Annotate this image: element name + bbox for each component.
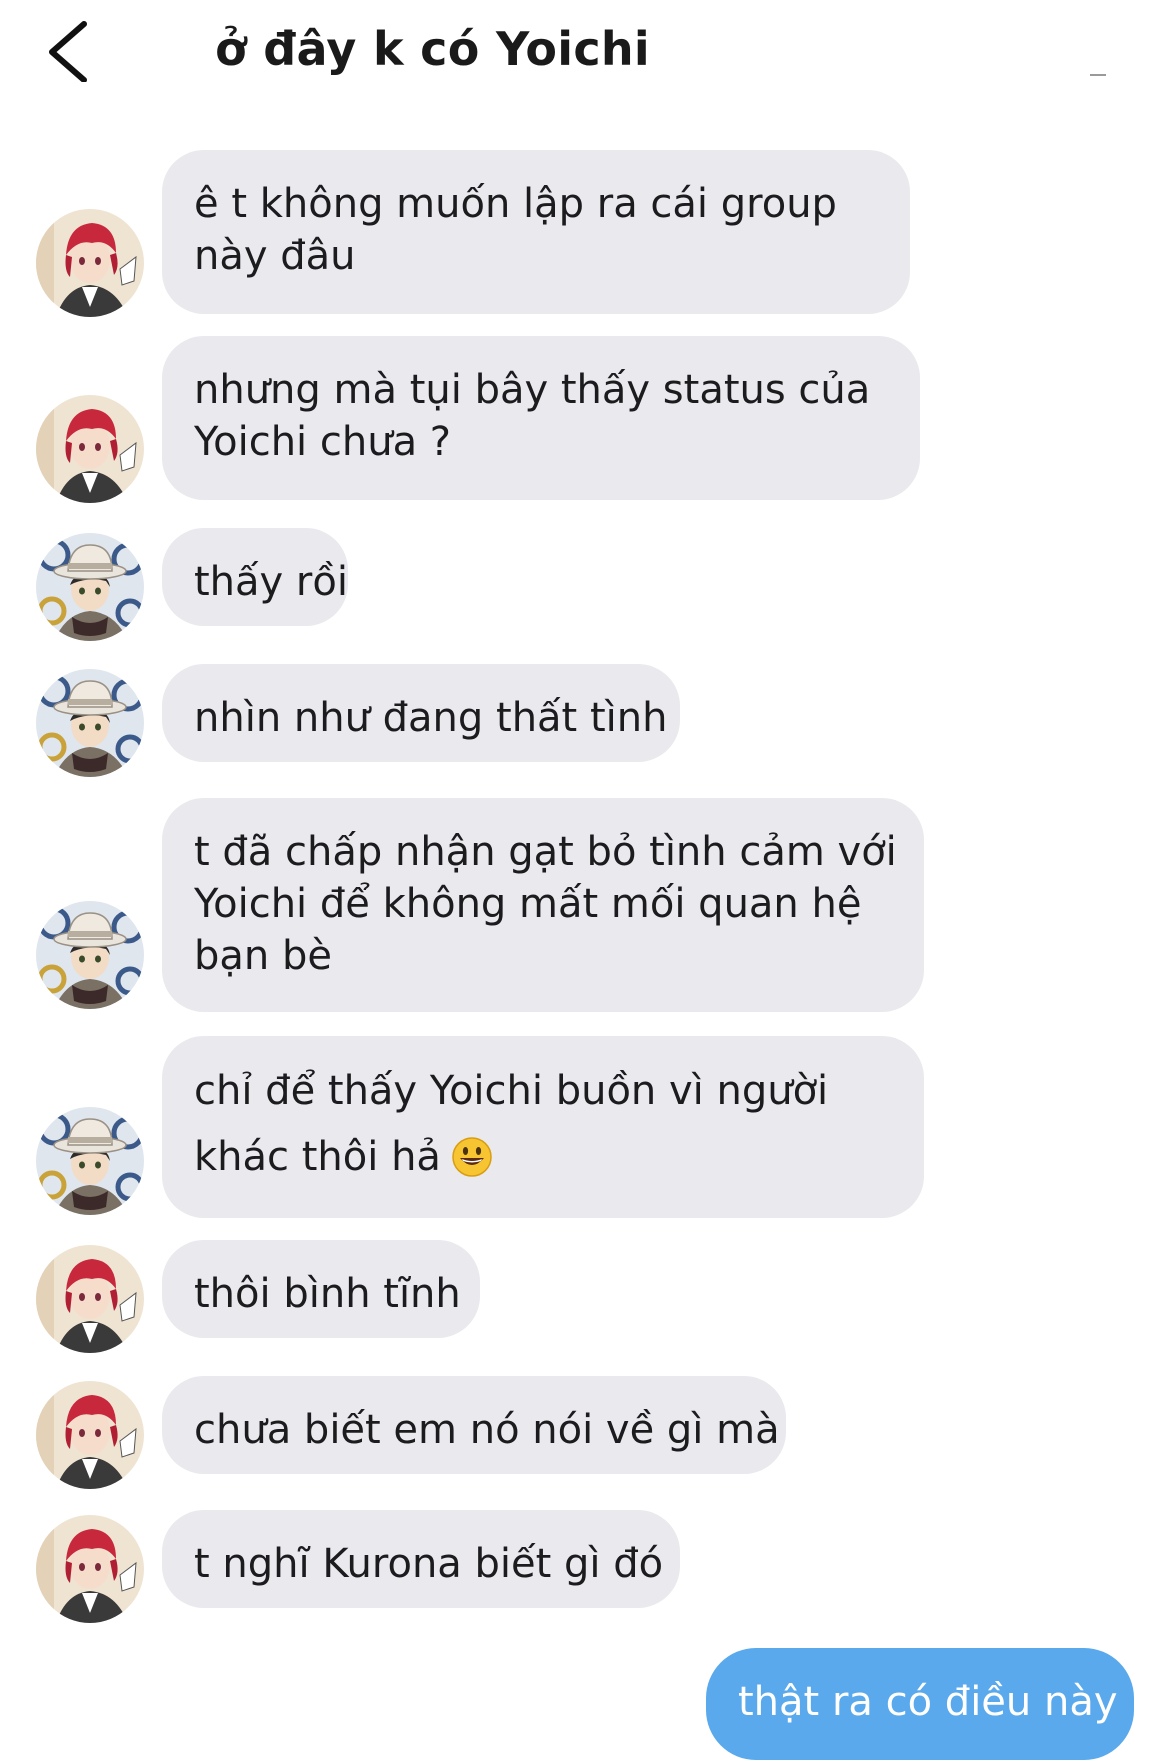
message-text: Yoichi để không mất mối quan hệ <box>194 881 862 927</box>
my-message-bubble[interactable]: thật ra có điều này <box>706 1648 1134 1760</box>
back-button[interactable] <box>40 18 100 83</box>
my-message-text: thật ra có điều này <box>738 1679 1118 1725</box>
message-bubble[interactable]: nhưng mà tụi bây thấy status của Yoichi … <box>162 336 920 500</box>
message-bubble[interactable]: ê t không muốn lập ra cái group này đâu <box>162 150 910 314</box>
avatar-red-hair[interactable] <box>36 1381 144 1489</box>
message-bubble[interactable]: nhìn như đang thất tình <box>162 664 680 762</box>
avatar-red-hair[interactable] <box>36 1245 144 1353</box>
avatar-red-hair[interactable] <box>36 395 144 503</box>
message-text: bạn bè <box>194 933 332 979</box>
avatar-hat[interactable] <box>36 1107 144 1215</box>
message-text: thôi bình tĩnh <box>194 1271 461 1317</box>
chevron-left-icon <box>49 21 87 83</box>
message-text: nhưng mà tụi bây thấy status của <box>194 367 871 413</box>
message-text: nhìn như đang thất tình <box>194 695 668 741</box>
message-line: khác thôi hả <box>194 1124 892 1190</box>
avatar-hat[interactable] <box>36 901 144 1009</box>
grinning-face-emoji-icon <box>452 1137 492 1177</box>
message-text: khác thôi hả <box>194 1134 441 1180</box>
avatar-red-hair[interactable] <box>36 1515 144 1623</box>
message-text: này đâu <box>194 233 356 279</box>
message-text: t đã chấp nhận gạt bỏ tình cảm với <box>194 829 897 875</box>
message-text: thấy rồi <box>194 559 348 605</box>
message-text: Yoichi chưa ? <box>194 419 452 465</box>
message-text: chỉ để thấy Yoichi buồn vì người <box>194 1068 829 1114</box>
group-title[interactable]: ở đây k có Yoichi <box>215 22 650 76</box>
chat-header: ở đây k có Yoichi <box>0 0 1170 110</box>
message-bubble[interactable]: thấy rồi <box>162 528 348 626</box>
avatar-hat[interactable] <box>36 533 144 641</box>
header-divider-mark <box>1090 74 1106 76</box>
message-bubble[interactable]: t nghĩ Kurona biết gì đó <box>162 1510 680 1608</box>
message-bubble[interactable]: thôi bình tĩnh <box>162 1240 480 1338</box>
message-bubble[interactable]: t đã chấp nhận gạt bỏ tình cảm với Yoich… <box>162 798 924 1012</box>
message-text: chưa biết em nó nói về gì mà <box>194 1407 780 1453</box>
avatar-red-hair[interactable] <box>36 209 144 317</box>
message-text: t nghĩ Kurona biết gì đó <box>194 1541 664 1587</box>
message-bubble[interactable]: chưa biết em nó nói về gì mà <box>162 1376 786 1474</box>
message-text: ê t không muốn lập ra cái group <box>194 181 837 227</box>
avatar-hat[interactable] <box>36 669 144 777</box>
message-bubble[interactable]: chỉ để thấy Yoichi buồn vì người khác th… <box>162 1036 924 1218</box>
